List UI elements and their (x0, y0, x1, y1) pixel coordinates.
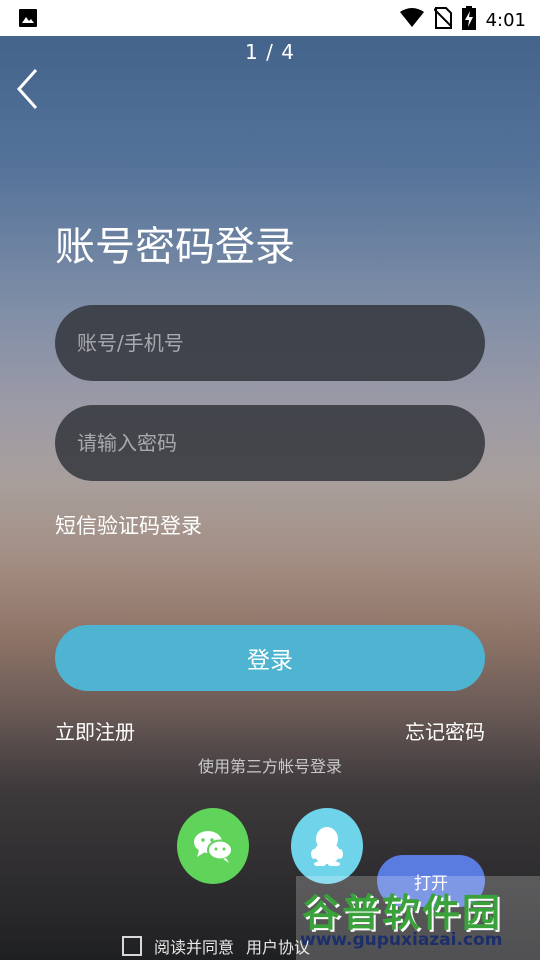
login-button[interactable]: 登录 (55, 625, 485, 691)
page-title: 账号密码登录 (55, 224, 295, 270)
register-link[interactable]: 立即注册 (55, 716, 135, 745)
password-field[interactable] (55, 405, 485, 481)
password-input[interactable] (75, 430, 485, 456)
watermark-url: www.gupuxiazai.com (300, 930, 503, 950)
wechat-icon (194, 831, 233, 863)
wifi-icon (399, 8, 424, 32)
watermark-brand: 谷普软件园 (302, 891, 503, 935)
login-button-label: 登录 (247, 648, 293, 674)
back-chevron-icon (16, 68, 38, 110)
agree-label: 阅读并同意 (154, 938, 235, 957)
forgot-password-link[interactable]: 忘记密码 (405, 716, 485, 745)
back-button[interactable] (14, 66, 46, 112)
sms-login-link[interactable]: 短信验证码登录 (55, 510, 202, 540)
watermark: 谷普软件园 www.gupuxiazai.com (296, 876, 540, 960)
third-party-login-label: 使用第三方帐号登录 (197, 757, 342, 776)
battery-charging-icon (461, 6, 476, 34)
account-input[interactable] (75, 330, 485, 356)
wechat-login-button[interactable] (177, 808, 249, 884)
qq-login-button[interactable] (291, 808, 363, 884)
no-sim-icon (432, 7, 453, 33)
page-indicator: 1 / 4 (245, 40, 295, 64)
agreement-row: 阅读并同意 用户协议 (122, 934, 310, 958)
status-time: 4:01 (485, 9, 526, 31)
image-icon (18, 8, 38, 28)
agree-checkbox[interactable] (122, 936, 142, 956)
qq-penguin-icon (311, 827, 343, 866)
status-bar: 4:01 (0, 0, 540, 36)
account-field[interactable] (55, 305, 485, 381)
